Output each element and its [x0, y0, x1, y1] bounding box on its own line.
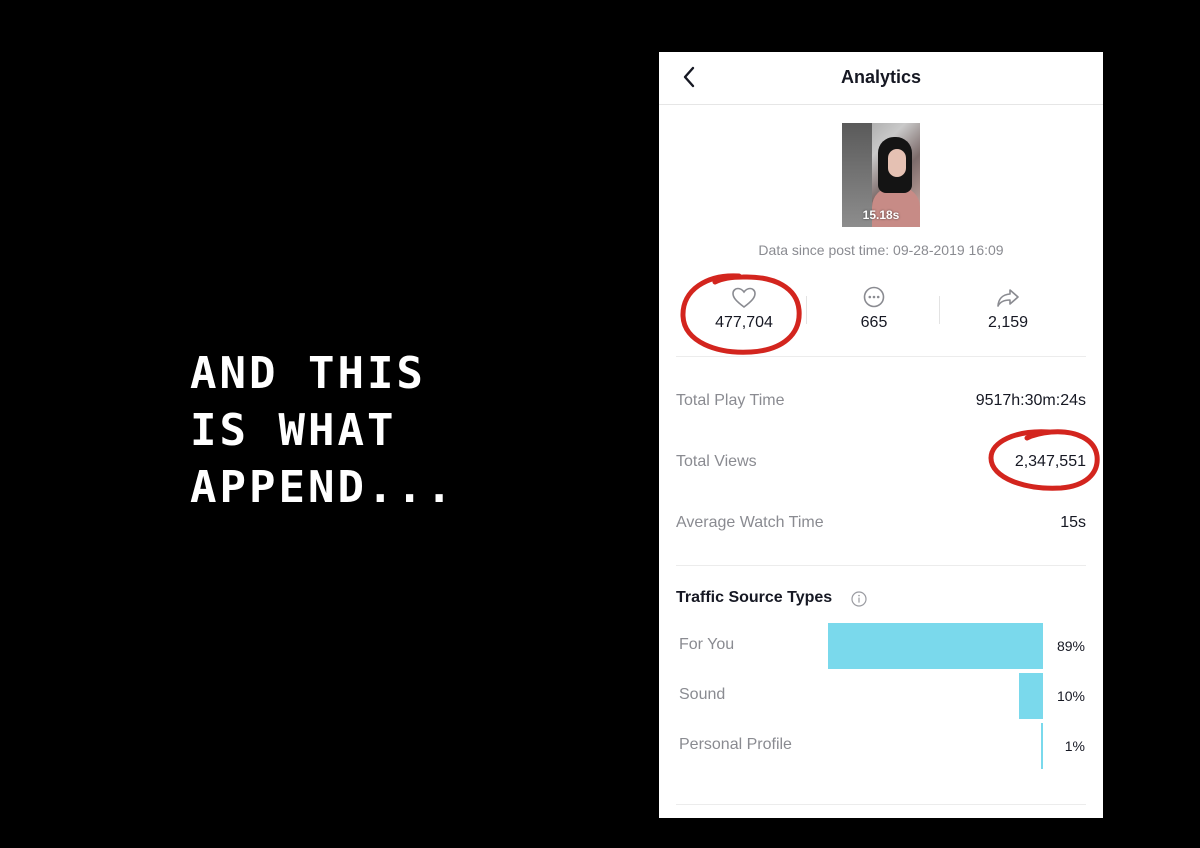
traffic-source-bar: [1019, 673, 1043, 719]
section-divider: [676, 565, 1086, 566]
traffic-source-percent: 1%: [1064, 738, 1085, 754]
traffic-source-row: Sound 10%: [679, 673, 1085, 719]
traffic-section-title: Traffic Source Types: [676, 589, 833, 606]
traffic-source-row: Personal Profile 1%: [679, 723, 1085, 769]
data-since-text: Data since post time: 09-28-2019 16:09: [758, 242, 1004, 258]
info-icon[interactable]: [850, 590, 868, 608]
video-thumbnail[interactable]: 15.18s: [842, 123, 920, 227]
metric-row: Average Watch Time 15s: [676, 514, 1086, 534]
section-divider: [676, 804, 1086, 805]
caption-line: AND THIS: [190, 348, 426, 399]
caption-text: AND THIS IS WHAT APPEND...: [190, 345, 455, 516]
metric-label: Total Play Time: [676, 392, 785, 409]
traffic-source-label: Sound: [679, 686, 726, 703]
shares-count: 2,159: [987, 314, 1029, 331]
metric-label: Average Watch Time: [676, 514, 824, 531]
metric-label: Total Views: [676, 453, 757, 470]
shares-stat: 2,159: [940, 282, 1076, 332]
comments-count: 665: [860, 314, 888, 331]
caption-line: APPEND...: [190, 462, 456, 513]
traffic-source-label: Personal Profile: [679, 736, 792, 753]
metric-value: 2,347,551: [1014, 453, 1086, 470]
traffic-source-percent: 10%: [1056, 688, 1085, 704]
page-title: Analytics: [840, 67, 922, 87]
caption-line: IS WHAT: [190, 405, 397, 456]
traffic-source-label: For You: [679, 636, 735, 653]
comments-stat: 665: [806, 282, 942, 332]
traffic-source-row: For You 89%: [679, 623, 1085, 669]
traffic-source-bar: [1041, 723, 1043, 769]
metric-row: Total Play Time 9517h:30m:24s: [676, 392, 1086, 412]
likes-count: 477,704: [715, 314, 773, 331]
share-icon: [997, 289, 1019, 307]
analytics-screen: Analytics 15.18s Data since post time: 0…: [659, 52, 1103, 818]
video-duration: 15.18s: [862, 208, 900, 222]
engagement-stats: 477,704 665 2,159: [676, 282, 1086, 357]
traffic-source-percent: 89%: [1056, 638, 1085, 654]
metric-value: 9517h:30m:24s: [975, 392, 1086, 409]
likes-stat: 477,704: [676, 282, 812, 332]
nav-bar: Analytics: [659, 52, 1103, 105]
metric-value: 15s: [1060, 514, 1086, 531]
heart-icon: [732, 287, 756, 309]
comment-icon: [863, 286, 885, 308]
metric-row: Total Views 2,347,551: [676, 453, 1086, 473]
traffic-source-bar: [828, 623, 1043, 669]
